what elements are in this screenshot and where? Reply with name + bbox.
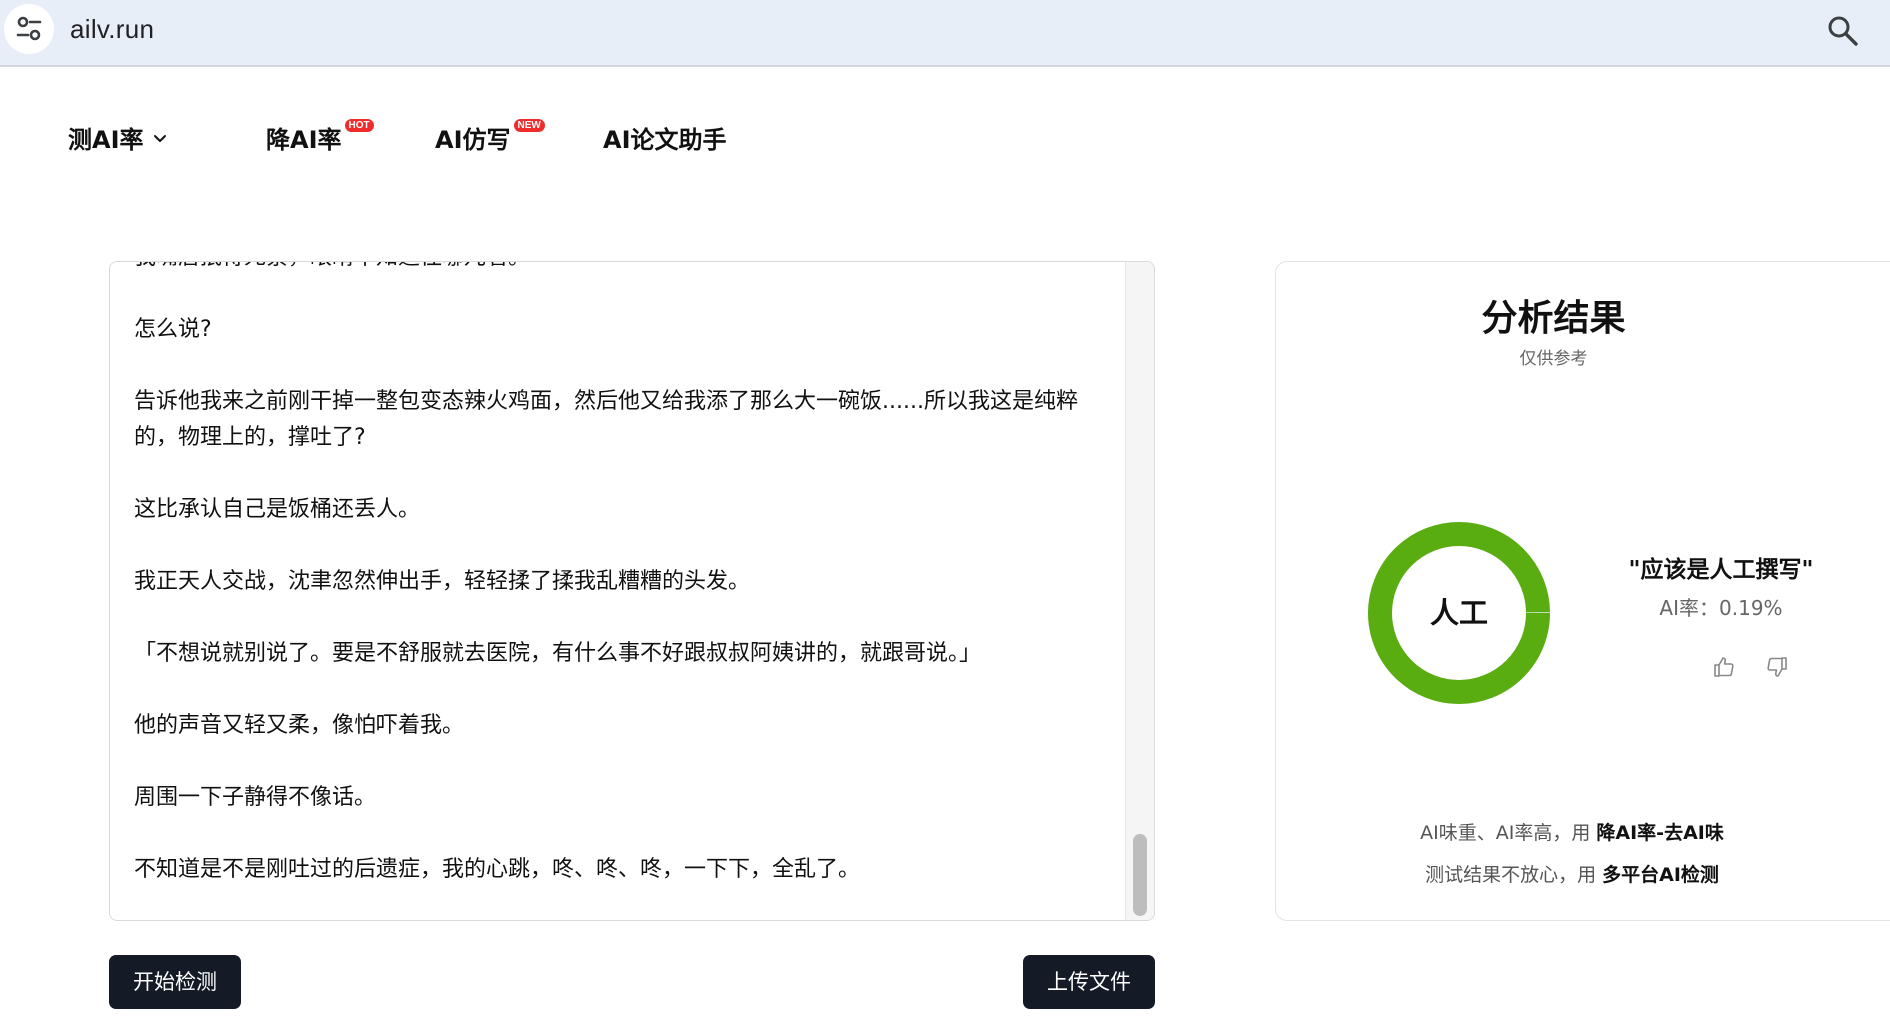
nav-item-label: AI论文助手 xyxy=(603,126,727,154)
new-badge: NEW xyxy=(513,119,545,132)
result-subtitle: 仅供参考 xyxy=(1519,349,1588,369)
tip-reduce-ai: AI味重、AI率高，用 降AI率-去AI味 xyxy=(1276,818,1868,845)
nav-item-reduce-ai-rate[interactable]: 降AI率 HOT xyxy=(266,119,374,155)
paragraph: 周围一下子静得不像话。 xyxy=(134,785,377,810)
tip-text: 测试结果不放心，用 xyxy=(1425,864,1597,886)
human-ratio-donut: 人工 xyxy=(1368,522,1550,704)
paragraph: 我正天人交战，沈聿忽然伸出手，轻轻揉了揉我乱糟糟的头发。 xyxy=(134,569,751,594)
paragraph: 我嘴唇抿得死紧，眼睛不知道往哪儿看。 xyxy=(134,262,1118,276)
ai-rate-label: AI率： xyxy=(1659,596,1720,620)
reduce-ai-link[interactable]: 降AI率-去AI味 xyxy=(1596,822,1723,844)
nav-item-label: 降AI率 xyxy=(266,126,342,154)
main-nav: 测AI率 降AI率 HOT AI仿写 NEW AI论文助手 xyxy=(0,110,1000,160)
nav-item-label: 测AI率 xyxy=(68,126,144,154)
search-icon[interactable] xyxy=(1826,14,1860,48)
hot-badge: HOT xyxy=(344,119,374,132)
address-bar: ailv.run xyxy=(0,0,1890,67)
paragraph: 他的声音又轻又柔，像怕吓着我。 xyxy=(134,713,465,738)
chevron-down-icon xyxy=(153,134,166,142)
thumb-down-icon[interactable] xyxy=(1765,655,1789,679)
upload-file-button[interactable]: 上传文件 xyxy=(1023,955,1155,1009)
ai-rate: AI率：0.19% xyxy=(1576,592,1866,621)
nav-item-ai-rewrite[interactable]: AI仿写 NEW xyxy=(435,119,545,155)
start-detect-button[interactable]: 开始检测 xyxy=(109,955,241,1009)
url-text[interactable]: ailv.run xyxy=(70,14,154,45)
result-title: 分析结果 xyxy=(1481,298,1626,339)
paragraph: 「不想说就别说了。要是不舒服就去医院，有什么事不好跟叔叔阿姨讲的，就跟哥说。」 xyxy=(134,641,982,666)
text-editor[interactable]: 我嘴唇抿得死紧，眼睛不知道往哪儿看。 怎么说? 告诉他我来之前刚干掉一整包变态辣… xyxy=(109,261,1155,921)
editor-scrollbar[interactable] xyxy=(1125,262,1154,920)
paragraph: 告诉他我来之前刚干掉一整包变态辣火鸡面，然后他又给我添了那么大一碗饭......… xyxy=(134,389,1078,450)
tip-multi-platform: 测试结果不放心，用 多平台AI检测 xyxy=(1276,860,1868,887)
nav-item-detect-ai-rate[interactable]: 测AI率 xyxy=(68,120,168,155)
result-panel: 分析结果 仅供参考 人工 "应该是人工撰写" AI率：0.19% AI味重、AI… xyxy=(1275,261,1890,921)
site-info-icon[interactable] xyxy=(4,4,54,54)
paragraph: 不知道是不是刚吐过的后遗症，我的心跳，咚、咚、咚，一下下，全乱了。 xyxy=(134,857,861,882)
donut-label: 人工 xyxy=(1430,596,1488,630)
ai-rate-value: 0.19% xyxy=(1719,596,1783,620)
multi-platform-detect-link[interactable]: 多平台AI检测 xyxy=(1602,864,1719,886)
paragraph: 这比承认自己是饭桶还丢人。 xyxy=(134,497,421,522)
scrollbar-thumb[interactable] xyxy=(1133,834,1147,916)
nav-item-ai-paper-assistant[interactable]: AI论文助手 xyxy=(603,120,727,155)
verdict-text: "应该是人工撰写" xyxy=(1628,557,1814,583)
editor-text[interactable]: 我嘴唇抿得死紧，眼睛不知道往哪儿看。 怎么说? 告诉他我来之前刚干掉一整包变态辣… xyxy=(134,262,1118,920)
thumb-up-icon[interactable] xyxy=(1712,655,1736,679)
tip-text: AI味重、AI率高，用 xyxy=(1420,822,1591,844)
nav-item-label: AI仿写 xyxy=(435,126,511,154)
paragraph: 怎么说? xyxy=(134,317,212,342)
